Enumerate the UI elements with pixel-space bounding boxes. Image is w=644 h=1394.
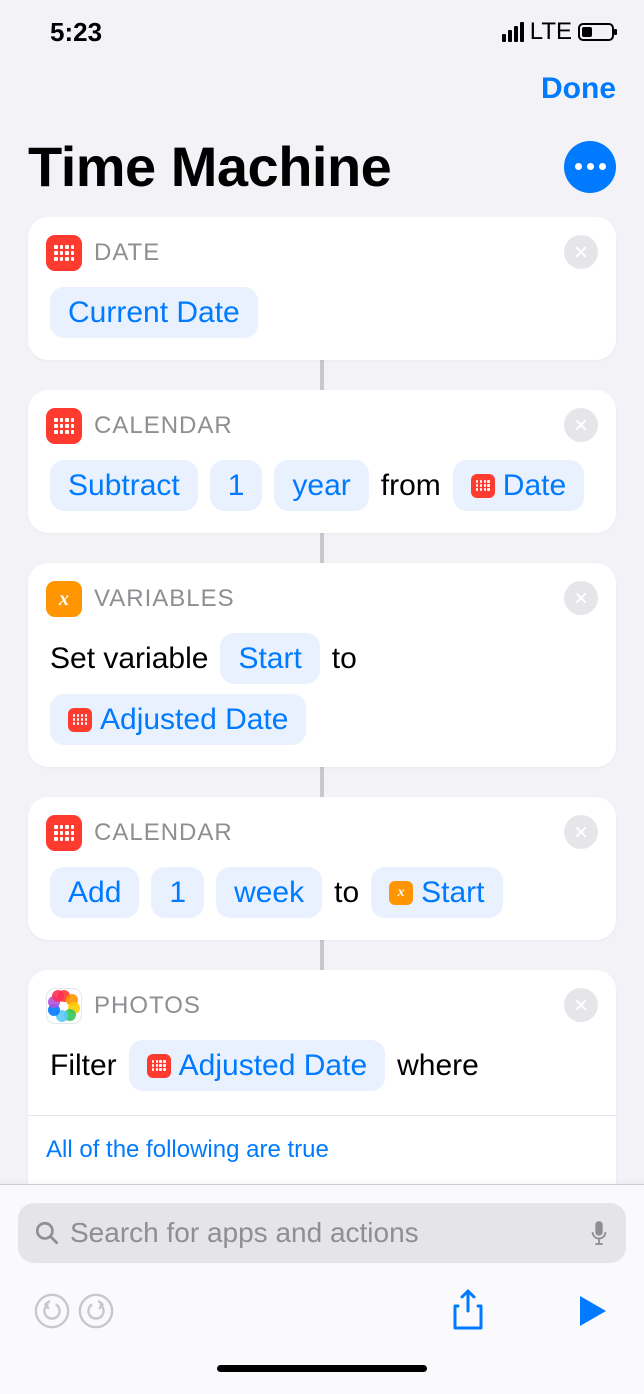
operation-pill[interactable]: Subtract — [50, 460, 198, 511]
date-variable-icon — [68, 708, 92, 732]
nav-bar: Done — [0, 54, 644, 106]
unit-pill[interactable]: week — [216, 867, 322, 918]
action-category: CALENDAR — [94, 819, 233, 847]
home-indicator[interactable] — [217, 1365, 427, 1372]
action-category: CALENDAR — [94, 412, 233, 440]
variables-app-icon: x — [46, 581, 82, 617]
label-set-variable: Set variable — [50, 636, 208, 681]
variable-name-pill[interactable]: Start — [220, 633, 319, 684]
action-category: DATE — [94, 239, 160, 267]
dictation-icon[interactable] — [588, 1219, 610, 1247]
action-category: VARIABLES — [94, 585, 235, 613]
variable-icon: x — [389, 881, 413, 905]
variable-adjusted-date-pill[interactable]: Adjusted Date — [50, 694, 306, 745]
label-from: from — [381, 463, 441, 508]
operation-pill[interactable]: Add — [50, 867, 139, 918]
status-time: 5:23 — [50, 17, 102, 48]
photos-app-icon — [46, 988, 82, 1024]
share-button[interactable] — [446, 1289, 490, 1333]
delete-action-button[interactable] — [564, 988, 598, 1022]
toolbar — [18, 1263, 626, 1343]
label-where: where — [397, 1043, 479, 1088]
connector — [320, 940, 324, 970]
action-card-calendar-subtract[interactable]: CALENDAR Subtract 1 year from Date — [28, 390, 616, 533]
delete-action-button[interactable] — [564, 815, 598, 849]
more-button[interactable] — [564, 141, 616, 193]
amount-pill[interactable]: 1 — [210, 460, 263, 511]
search-placeholder: Search for apps and actions — [70, 1217, 578, 1249]
date-variable-icon — [471, 474, 495, 498]
battery-icon — [578, 23, 614, 41]
filter-condition-link[interactable]: All of the following are true — [46, 1136, 329, 1163]
connector — [320, 360, 324, 390]
unit-pill[interactable]: year — [274, 460, 368, 511]
page-title: Time Machine — [28, 134, 391, 199]
variable-adjusted-date-pill[interactable]: Adjusted Date — [129, 1040, 385, 1091]
variable-date-pill[interactable]: Date — [453, 460, 584, 511]
search-input[interactable]: Search for apps and actions — [18, 1203, 626, 1263]
delete-action-button[interactable] — [564, 581, 598, 615]
amount-pill[interactable]: 1 — [151, 867, 204, 918]
undo-button[interactable] — [30, 1289, 74, 1333]
delete-action-button[interactable] — [564, 408, 598, 442]
date-variable-icon — [147, 1054, 171, 1078]
label-to: to — [332, 636, 357, 681]
connector — [320, 533, 324, 563]
run-button[interactable] — [570, 1289, 614, 1333]
delete-action-button[interactable] — [564, 235, 598, 269]
ellipsis-icon — [575, 163, 606, 170]
current-date-pill[interactable]: Current Date — [50, 287, 258, 338]
action-card-set-variable[interactable]: x VARIABLES Set variable Start to Adjust… — [28, 563, 616, 767]
calendar-app-icon — [46, 815, 82, 851]
status-right: LTE — [502, 18, 614, 46]
search-icon — [34, 1220, 60, 1246]
done-button[interactable]: Done — [541, 72, 616, 106]
actions-list: DATE Current Date CALENDAR Subtract 1 ye… — [0, 217, 644, 1221]
title-row: Time Machine — [0, 106, 644, 217]
network-label: LTE — [530, 18, 572, 46]
cellular-signal-icon — [502, 22, 524, 42]
label-filter: Filter — [50, 1043, 117, 1088]
variable-start-pill[interactable]: x Start — [371, 867, 502, 918]
redo-button[interactable] — [74, 1289, 118, 1333]
bottom-panel: Search for apps and actions — [0, 1184, 644, 1394]
action-card-calendar-add[interactable]: CALENDAR Add 1 week to x Start — [28, 797, 616, 940]
status-bar: 5:23 LTE — [0, 0, 644, 54]
label-to: to — [334, 870, 359, 915]
calendar-app-icon — [46, 408, 82, 444]
connector — [320, 767, 324, 797]
action-category: PHOTOS — [94, 992, 201, 1020]
action-card-date[interactable]: DATE Current Date — [28, 217, 616, 360]
date-app-icon — [46, 235, 82, 271]
